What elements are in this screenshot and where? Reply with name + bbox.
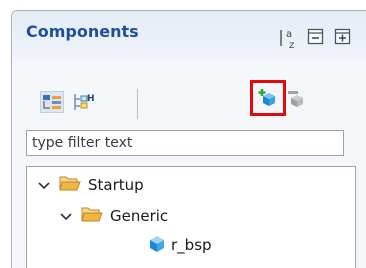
expand-all-icon[interactable] <box>334 28 352 50</box>
sort-label-bottom: z <box>289 40 294 50</box>
sort-label-top: a <box>286 29 292 40</box>
chevron-down-icon[interactable] <box>59 209 73 223</box>
tree-item-label: Startup <box>88 176 144 194</box>
add-component-icon[interactable] <box>258 88 278 112</box>
component-tree: Startup Generic r_bsp <box>26 166 356 268</box>
view-title-bar: Components a z <box>12 11 366 57</box>
svg-text:H: H <box>87 94 95 104</box>
component-cube-icon <box>147 233 167 257</box>
show-hierarchy-icon[interactable] <box>39 90 65 117</box>
filter-input[interactable]: type filter text <box>26 130 344 156</box>
components-view: Components a z H type filter text Startu… <box>11 10 366 268</box>
folder-open-icon <box>59 174 81 196</box>
tree-item-generic[interactable]: Generic <box>59 204 168 228</box>
tree-item-startup[interactable]: Startup <box>37 173 144 197</box>
remove-component-icon[interactable] <box>287 89 307 113</box>
tree-item-label: r_bsp <box>171 236 212 254</box>
filter-placeholder: type filter text <box>32 135 133 151</box>
view-title: Components <box>26 22 139 41</box>
folder-open-icon <box>81 205 103 227</box>
sort-alpha-icon[interactable]: a z <box>278 28 300 54</box>
tree-item-r-bsp[interactable]: r_bsp <box>147 233 212 257</box>
chevron-down-icon[interactable] <box>37 178 51 192</box>
show-header-icon[interactable]: H <box>72 91 96 117</box>
toolbar-separator <box>137 89 138 119</box>
tree-item-label: Generic <box>110 207 169 225</box>
collapse-all-icon[interactable] <box>307 28 325 50</box>
